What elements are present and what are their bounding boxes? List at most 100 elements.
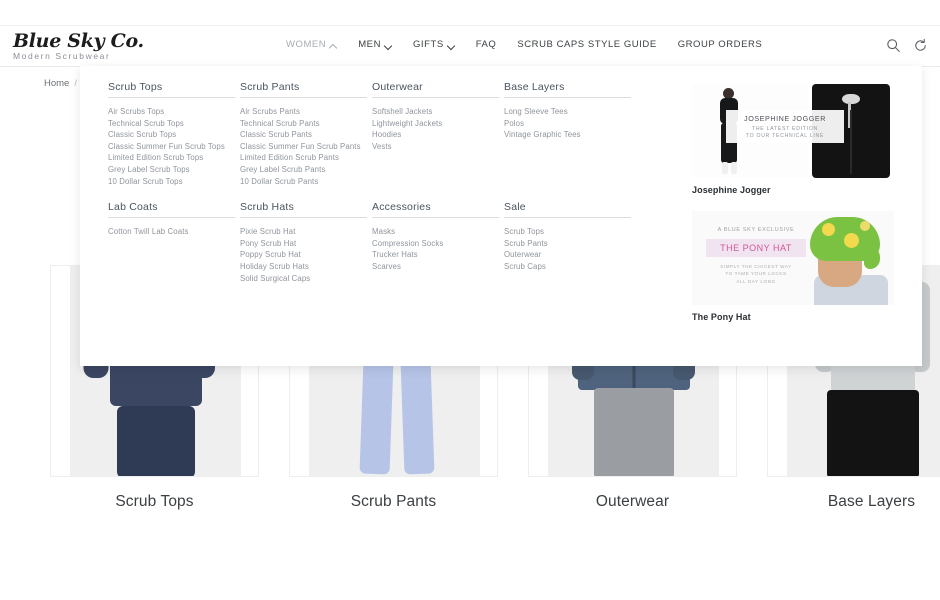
mega-column-scrub-tops: Scrub Tops Air Scrubs Tops Technical Scr… bbox=[108, 81, 240, 187]
mega-column-list: Long Sleeve Tees Polos Vintage Graphic T… bbox=[504, 106, 636, 141]
mega-menu-item[interactable]: Technical Scrub Pants bbox=[240, 118, 372, 130]
mega-menu-item[interactable]: Limited Edition Scrub Tops bbox=[108, 152, 240, 164]
promo-subline3: ALL DAY LONG bbox=[736, 278, 776, 284]
mega-column-heading[interactable]: Lab Coats bbox=[108, 201, 235, 219]
category-card-label: Outerwear bbox=[595, 493, 670, 510]
search-icon[interactable] bbox=[886, 38, 901, 53]
promo-pony-hat[interactable]: A BLUE SKY EXCLUSIVE THE PONY HAT SIMPLY… bbox=[692, 211, 894, 322]
nav-item-men[interactable]: MEN bbox=[358, 39, 392, 51]
mega-menu-promos: JOSEPHINE JOGGER THE LATEST EDITION TO O… bbox=[692, 84, 894, 322]
mega-column-heading[interactable]: Sale bbox=[504, 201, 631, 219]
breadcrumb: Home / bbox=[44, 78, 77, 89]
mega-menu-item[interactable]: Long Sleeve Tees bbox=[504, 106, 636, 118]
mega-column-heading[interactable]: Scrub Hats bbox=[240, 201, 367, 219]
mega-menu-item[interactable]: Scrub Caps bbox=[504, 261, 636, 273]
mega-menu-item[interactable]: Holiday Scrub Hats bbox=[240, 261, 372, 273]
nav-item-scrub-caps-style-guide[interactable]: SCRUB CAPS STYLE GUIDE bbox=[517, 39, 656, 51]
mega-menu-item[interactable]: 10 Dollar Scrub Tops bbox=[108, 176, 240, 188]
model-figure bbox=[792, 213, 888, 305]
promo-overlay-line2: TO OUR TECHNICAL LINE bbox=[745, 133, 825, 139]
mega-menu-item[interactable]: Poppy Scrub Hat bbox=[240, 249, 372, 261]
page-root: Blue Sky Co. Modern Scrubwear WOMEN MEN … bbox=[0, 0, 940, 600]
category-card-label: Base Layers bbox=[827, 493, 916, 510]
mega-column-accessories: Accessories Masks Compression Socks Truc… bbox=[372, 201, 504, 284]
promo-eyebrow: A BLUE SKY EXCLUSIVE bbox=[717, 227, 795, 233]
mega-menu-item[interactable]: Classic Summer Fun Scrub Tops bbox=[108, 141, 240, 153]
mega-menu-item[interactable]: Masks bbox=[372, 226, 504, 238]
nav-item-gifts[interactable]: GIFTS bbox=[413, 39, 455, 51]
nav-item-label: FAQ bbox=[475, 39, 497, 50]
mega-menu-item[interactable]: Trucker Hats bbox=[372, 249, 504, 261]
main-nav: WOMEN MEN GIFTS FAQ SCRUB CAPS STYLE GUI… bbox=[286, 39, 762, 51]
promo-image: A BLUE SKY EXCLUSIVE THE PONY HAT SIMPLY… bbox=[692, 211, 894, 305]
mega-menu-item[interactable]: Grey Label Scrub Pants bbox=[240, 164, 372, 176]
mega-column-sale: Sale Scrub Tops Scrub Pants Outerwear Sc… bbox=[504, 201, 636, 284]
mega-menu-item[interactable]: Solid Surgical Caps bbox=[240, 273, 372, 285]
header-icon-group bbox=[886, 38, 928, 53]
promo-overlay-title: JOSEPHINE JOGGER bbox=[744, 114, 826, 123]
logo-wordmark: Blue Sky Co. bbox=[13, 30, 144, 52]
logo-tagline: Modern Scrubwear bbox=[13, 51, 111, 61]
mega-menu-item[interactable]: 10 Dollar Scrub Pants bbox=[240, 176, 372, 188]
nav-item-faq[interactable]: FAQ bbox=[476, 39, 497, 51]
mega-column-heading[interactable]: Outerwear bbox=[372, 81, 499, 98]
mega-menu-columns: Scrub Tops Air Scrubs Tops Technical Scr… bbox=[108, 81, 698, 284]
mega-menu-item[interactable]: Pixie Scrub Hat bbox=[240, 226, 372, 238]
mega-menu-item[interactable]: Air Scrubs Pants bbox=[240, 106, 372, 118]
nav-item-group-orders[interactable]: GROUP ORDERS bbox=[678, 39, 763, 51]
nav-item-label: WOMEN bbox=[286, 39, 327, 50]
mega-menu-item[interactable]: Hoodies bbox=[372, 129, 504, 141]
mega-menu-item[interactable]: Cotton Twill Lab Coats bbox=[108, 226, 240, 238]
women-mega-menu: Scrub Tops Air Scrubs Tops Technical Scr… bbox=[80, 66, 922, 366]
mega-column-list: Masks Compression Socks Trucker Hats Sca… bbox=[372, 226, 504, 272]
mega-menu-item[interactable]: Vintage Graphic Tees bbox=[504, 129, 636, 141]
mega-menu-item[interactable]: Limited Edition Scrub Pants bbox=[240, 152, 372, 164]
mega-menu-item[interactable]: Classic Summer Fun Scrub Pants bbox=[240, 141, 372, 153]
mega-menu-item[interactable]: Air Scrubs Tops bbox=[108, 106, 240, 118]
refresh-icon[interactable] bbox=[913, 38, 928, 53]
mega-column-heading[interactable]: Base Layers bbox=[504, 81, 631, 98]
promo-overlay-text: A BLUE SKY EXCLUSIVE THE PONY HAT SIMPLY… bbox=[706, 227, 806, 285]
promo-title-band: THE PONY HAT bbox=[706, 239, 806, 257]
mega-menu-item[interactable]: Scrub Tops bbox=[504, 226, 636, 238]
mega-menu-item[interactable]: Compression Socks bbox=[372, 238, 504, 250]
mega-column-heading[interactable]: Accessories bbox=[372, 201, 499, 219]
mega-column-list: Air Scrubs Tops Technical Scrub Tops Cla… bbox=[108, 106, 240, 187]
mega-menu-item[interactable]: Polos bbox=[504, 118, 636, 130]
promo-overlay-line1: THE LATEST EDITION bbox=[752, 126, 818, 132]
mega-column-heading[interactable]: Scrub Pants bbox=[240, 81, 367, 98]
mega-column-heading[interactable]: Scrub Tops bbox=[108, 81, 235, 98]
chevron-up-icon bbox=[330, 42, 337, 49]
mega-menu-item[interactable]: Scrub Pants bbox=[504, 238, 636, 250]
site-logo[interactable]: Blue Sky Co. Modern Scrubwear bbox=[13, 31, 193, 62]
chevron-down-icon bbox=[385, 42, 392, 49]
mega-column-scrub-pants: Scrub Pants Air Scrubs Pants Technical S… bbox=[240, 81, 372, 187]
chevron-down-icon bbox=[448, 42, 455, 49]
mega-menu-item[interactable]: Scarves bbox=[372, 261, 504, 273]
announcement-bar bbox=[0, 0, 940, 26]
mega-menu-item[interactable]: Grey Label Scrub Tops bbox=[108, 164, 240, 176]
mega-column-list: Softshell Jackets Lightweight Jackets Ho… bbox=[372, 106, 504, 152]
nav-item-women[interactable]: WOMEN bbox=[286, 39, 337, 51]
mega-menu-item[interactable]: Vests bbox=[372, 141, 504, 153]
nav-item-label: GIFTS bbox=[412, 39, 444, 50]
mega-menu-item[interactable]: Pony Scrub Hat bbox=[240, 238, 372, 250]
mega-menu-item[interactable]: Technical Scrub Tops bbox=[108, 118, 240, 130]
promo-subline1: SIMPLY THE CHICEST WAY bbox=[720, 264, 792, 269]
nav-item-label: GROUP ORDERS bbox=[677, 39, 763, 50]
breadcrumb-home[interactable]: Home bbox=[44, 78, 69, 89]
mega-menu-item[interactable]: Outerwear bbox=[504, 249, 636, 261]
mega-menu-item[interactable]: Classic Scrub Tops bbox=[108, 129, 240, 141]
mega-menu-item[interactable]: Lightweight Jackets bbox=[372, 118, 504, 130]
nav-item-label: MEN bbox=[358, 39, 381, 50]
mega-menu-item[interactable]: Classic Scrub Pants bbox=[240, 129, 372, 141]
mega-column-list: Air Scrubs Pants Technical Scrub Pants C… bbox=[240, 106, 372, 187]
mega-column-outerwear: Outerwear Softshell Jackets Lightweight … bbox=[372, 81, 504, 187]
promo-image: JOSEPHINE JOGGER THE LATEST EDITION TO O… bbox=[692, 84, 894, 178]
mega-menu-item[interactable]: Softshell Jackets bbox=[372, 106, 504, 118]
category-card-label: Scrub Tops bbox=[115, 493, 194, 510]
mega-column-list: Pixie Scrub Hat Pony Scrub Hat Poppy Scr… bbox=[240, 226, 372, 284]
promo-josephine-jogger[interactable]: JOSEPHINE JOGGER THE LATEST EDITION TO O… bbox=[692, 84, 894, 195]
nav-item-label: SCRUB CAPS STYLE GUIDE bbox=[517, 39, 657, 50]
promo-caption: The Pony Hat bbox=[692, 312, 751, 322]
